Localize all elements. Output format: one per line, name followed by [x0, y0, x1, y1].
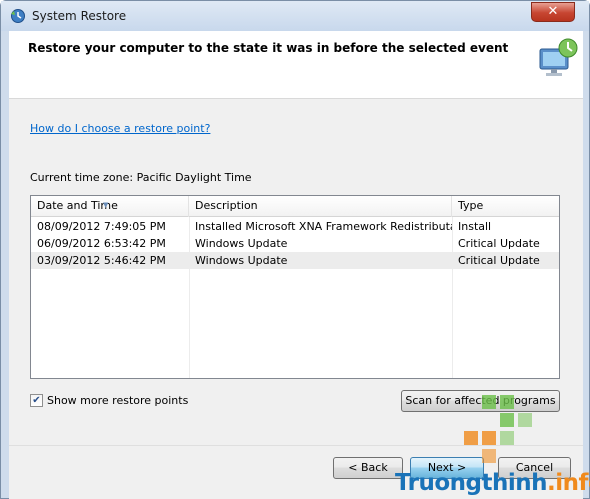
column-header-type[interactable]: Type	[452, 196, 559, 217]
cell-date: 06/09/2012 6:53:42 PM	[37, 237, 166, 250]
title-bar[interactable]: System Restore ✕	[1, 1, 589, 31]
sort-down-icon: ▼	[103, 201, 109, 209]
column-header-date[interactable]: Date and Time ▼	[31, 196, 189, 217]
list-header: Date and Time ▼ Description Type	[31, 196, 559, 217]
cell-description: Windows Update	[195, 254, 288, 267]
back-button[interactable]: < Back	[333, 457, 403, 479]
checkmark-icon: ✔	[32, 395, 41, 406]
system-restore-app-icon	[11, 9, 25, 23]
cell-description: Installed Microsoft XNA Framework Redist…	[195, 220, 452, 233]
table-row[interactable]: 03/09/2012 5:46:42 PM Windows Update Cri…	[31, 252, 559, 269]
column-header-description[interactable]: Description	[189, 196, 452, 217]
watermark-text: Truongthinh.info	[395, 470, 590, 496]
close-button[interactable]: ✕	[531, 2, 575, 22]
help-link[interactable]: How do I choose a restore point?	[30, 122, 210, 135]
cell-date: 08/09/2012 7:49:05 PM	[37, 220, 166, 233]
close-icon: ✕	[547, 4, 559, 19]
monitor-restore-icon	[539, 38, 578, 76]
restore-points-list[interactable]: Date and Time ▼ Description Type 08/09/2…	[30, 195, 560, 379]
timezone-label: Current time zone: Pacific Daylight Time	[30, 171, 252, 184]
cell-date: 03/09/2012 5:46:42 PM	[37, 254, 166, 267]
watermark-logo-icon	[464, 395, 532, 463]
column-label-description: Description	[195, 199, 258, 212]
column-label-type: Type	[458, 199, 484, 212]
cell-type: Install	[458, 220, 492, 233]
cell-description: Windows Update	[195, 237, 288, 250]
show-more-label[interactable]: Show more restore points	[47, 394, 188, 407]
window-title: System Restore	[32, 9, 127, 23]
header-band: Restore your computer to the state it wa…	[9, 31, 583, 99]
table-row[interactable]: 08/09/2012 7:49:05 PM Installed Microsof…	[31, 218, 559, 235]
table-row[interactable]: 06/09/2012 6:53:42 PM Windows Update Cri…	[31, 235, 559, 252]
cell-type: Critical Update	[458, 237, 540, 250]
watermark-suffix: .info	[547, 470, 590, 496]
cell-type: Critical Update	[458, 254, 540, 267]
back-button-label: < Back	[348, 461, 388, 474]
show-more-checkbox[interactable]: ✔	[30, 394, 43, 407]
watermark-brand: Truongthinh	[395, 470, 548, 496]
page-heading: Restore your computer to the state it wa…	[28, 41, 509, 55]
